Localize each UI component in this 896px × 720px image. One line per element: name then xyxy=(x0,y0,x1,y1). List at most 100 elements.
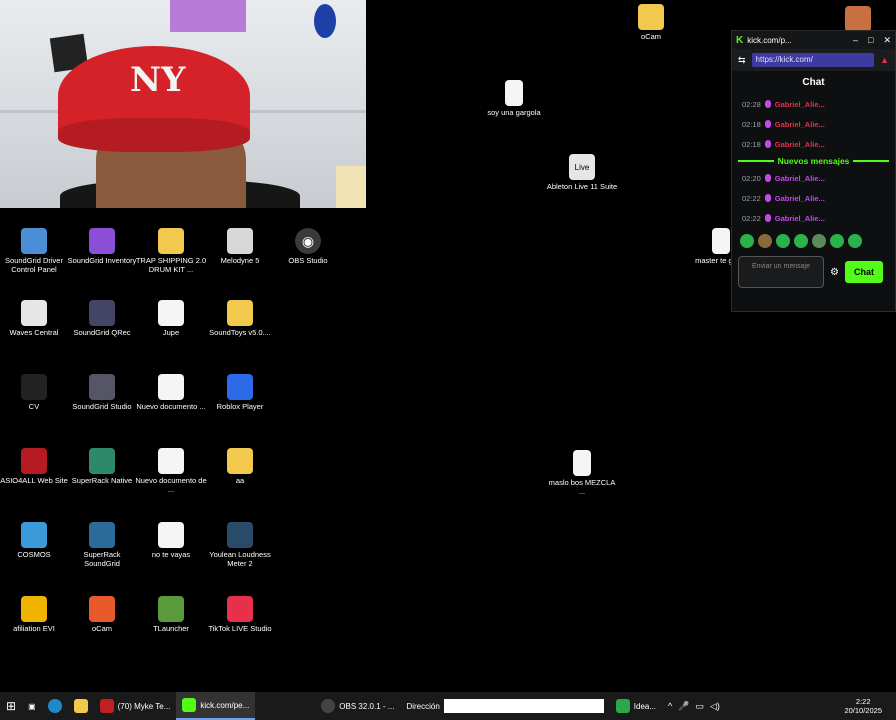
windows-icon: ⊞ xyxy=(6,699,17,713)
address-toolbar: Dirección xyxy=(400,692,609,720)
desktop-icon[interactable]: SoundGrid Driver Control Panel xyxy=(0,228,71,274)
desktop-icon[interactable]: SoundGrid Inventory xyxy=(65,228,139,265)
file-explorer-button[interactable] xyxy=(68,692,94,720)
app-icon xyxy=(21,522,47,548)
desktop-icon[interactable]: ASIO4ALL Web Site xyxy=(0,448,71,485)
window-title: kick.com/p... xyxy=(747,35,792,45)
message-username[interactable]: Gabriel_Alie... xyxy=(775,140,825,149)
app-icon xyxy=(21,448,47,474)
emote-icon[interactable] xyxy=(758,234,772,248)
taskbar-brave-window[interactable]: (70) Myke Te... xyxy=(94,692,177,720)
desktop-icon-file[interactable]: soy una gargola xyxy=(477,80,551,117)
taskbar-ideas-window[interactable]: Idea... xyxy=(610,692,662,720)
address-input[interactable] xyxy=(443,699,604,713)
desktop-icon[interactable]: Waves Central xyxy=(0,300,71,337)
maximize-icon[interactable]: □ xyxy=(868,35,873,46)
app-icon xyxy=(21,374,47,400)
desktop-icon-label: COSMOS xyxy=(17,550,51,559)
minimize-icon[interactable]: – xyxy=(853,35,858,46)
app-icon xyxy=(89,522,115,548)
chat-message-input[interactable]: Enviar un mensaje xyxy=(738,256,824,288)
message-username[interactable]: Gabriel_Alie... xyxy=(775,174,825,183)
desktop-icon[interactable]: CV xyxy=(0,374,71,411)
chevron-up-icon[interactable]: ^ xyxy=(668,701,672,711)
volume-icon[interactable]: ◁) xyxy=(710,701,720,712)
desktop-icon[interactable]: COSMOS xyxy=(0,522,71,559)
taskbar-kick-window[interactable]: kick.com/pe... xyxy=(176,692,256,720)
desktop-icon[interactable]: SuperRack SoundGrid xyxy=(65,522,139,568)
task-view-button[interactable]: ▣ xyxy=(22,692,42,720)
chat-send-button[interactable]: Chat xyxy=(844,261,883,283)
desktop-icon[interactable]: SoundGrid Studio xyxy=(65,374,139,411)
desktop-icon[interactable]: no te vayas xyxy=(134,522,208,559)
chat-message: 02:22 Gabriel_Alie... xyxy=(732,188,895,208)
user-badge-icon xyxy=(764,120,771,128)
network-icon[interactable]: ▭ xyxy=(695,701,704,712)
message-username[interactable]: Gabriel_Alie... xyxy=(775,214,825,223)
file-icon xyxy=(505,80,523,106)
desktop-icon[interactable]: SoundGrid QRec xyxy=(65,300,139,337)
desktop-icon[interactable]: SuperRack Native xyxy=(65,448,139,485)
app-icon xyxy=(21,596,47,622)
desktop-icon[interactable]: Youlean Loudness Meter 2 xyxy=(203,522,277,568)
desktop-icon[interactable]: Roblox Player xyxy=(203,374,277,411)
emote-icon[interactable] xyxy=(830,234,844,248)
emote-icon[interactable] xyxy=(794,234,808,248)
system-tray[interactable]: ^ 🎤 ▭ ◁) xyxy=(662,692,726,720)
message-time: 02:28 xyxy=(742,99,761,109)
user-badge-icon xyxy=(764,194,771,202)
desktop-icon[interactable]: oCam xyxy=(65,596,139,633)
kick-chat-window[interactable]: K kick.com/p... – □ ✕ ⇆ https://kick.com… xyxy=(731,30,896,312)
site-settings-icon[interactable]: ⇆ xyxy=(738,55,746,66)
desktop-icon[interactable]: SoundToys v5.0.... xyxy=(203,300,277,337)
close-icon[interactable]: ✕ xyxy=(883,35,891,46)
desktop-icon-label: Jupe xyxy=(162,328,180,337)
chat-message: 02:18 Gabriel_Alie... xyxy=(732,134,895,154)
desktop-icon-ocam-folder[interactable]: oCam xyxy=(614,4,688,41)
url-field[interactable]: https://kick.com/ xyxy=(751,53,875,67)
taskbar: ⊞ ▣ (70) Myke Te... kick.com/pe... OBS 3… xyxy=(0,692,896,720)
desktop-icon[interactable]: TRAP SHIPPING 2.0 DRUM KIT ... xyxy=(134,228,208,274)
emote-icon[interactable] xyxy=(776,234,790,248)
desktop-icon[interactable]: Nuevo documento ... xyxy=(134,374,208,411)
emote-icon[interactable] xyxy=(740,234,754,248)
background-object xyxy=(314,4,336,38)
desktop-icon-label: SoundGrid Studio xyxy=(72,402,132,411)
desktop-icon-obs-studio[interactable]: ◉ OBS Studio xyxy=(271,228,345,265)
microphone-icon[interactable]: 🎤 xyxy=(678,701,689,712)
start-button[interactable]: ⊞ xyxy=(0,692,22,720)
webcam-overlay: NY xyxy=(0,0,366,208)
message-username[interactable]: Gabriel_Alie... xyxy=(775,120,825,129)
emote-bar xyxy=(732,228,895,254)
edge-button[interactable] xyxy=(42,692,68,720)
user-badge-icon xyxy=(764,140,771,148)
message-username[interactable]: Gabriel_Alie... xyxy=(775,100,825,109)
desktop-icon[interactable]: Jupe xyxy=(134,300,208,337)
system-clock[interactable]: 2:22 20/10/2025 xyxy=(844,697,896,715)
desktop-icon-file[interactable]: maslo bos MEZCLA ... xyxy=(545,450,619,496)
task-view-icon: ▣ xyxy=(28,701,36,711)
desktop-icon[interactable]: TikTok LIVE Studio xyxy=(203,596,277,633)
extension-icon[interactable]: ▲ xyxy=(880,55,889,65)
message-time: 02:20 xyxy=(742,173,761,183)
emote-icon[interactable] xyxy=(812,234,826,248)
desktop-icon[interactable]: aa xyxy=(203,448,277,485)
message-time: 02:18 xyxy=(742,119,761,129)
desktop-icon[interactable]: TLauncher xyxy=(134,596,208,633)
desktop-icon[interactable]: Melodyne 5 xyxy=(203,228,277,265)
app-icon xyxy=(89,374,115,400)
taskbar-obs-window[interactable]: OBS 32.0.1 - ... xyxy=(315,692,400,720)
obs-icon xyxy=(321,699,336,713)
desktop-icon-label: TRAP SHIPPING 2.0 DRUM KIT ... xyxy=(135,256,207,274)
desktop-icon-label: Nuevo documento ... xyxy=(136,402,206,411)
app-icon xyxy=(89,228,115,254)
message-time: 02:18 xyxy=(742,139,761,149)
desktop-icon-label: SuperRack SoundGrid xyxy=(83,550,121,568)
desktop-icon-ableton[interactable]: Live Ableton Live 11 Suite xyxy=(545,154,619,191)
desktop-icon-label: SoundGrid QRec xyxy=(73,328,131,337)
message-username[interactable]: Gabriel_Alie... xyxy=(775,194,825,203)
desktop-icon[interactable]: Nuevo documento de ... xyxy=(134,448,208,494)
settings-gear-icon[interactable]: ⚙ xyxy=(830,267,839,278)
desktop-icon[interactable]: afiliation EVI xyxy=(0,596,71,633)
emote-icon[interactable] xyxy=(848,234,862,248)
